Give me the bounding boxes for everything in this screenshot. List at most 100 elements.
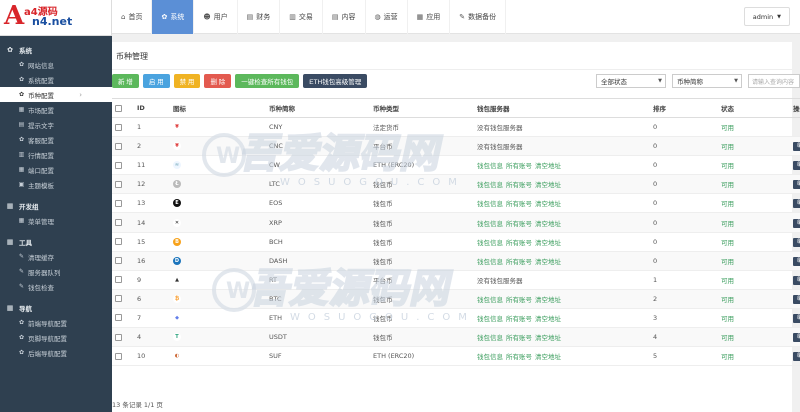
all-accounts-link[interactable]: 所有账号: [506, 239, 532, 247]
top-tab[interactable]: ✿ 系统: [152, 0, 195, 34]
row-checkbox[interactable]: [115, 219, 122, 227]
row-checkbox-cell[interactable]: [112, 327, 134, 348]
edit-button[interactable]: 编辑: [793, 294, 800, 304]
row-checkbox-cell[interactable]: [112, 251, 134, 271]
all-accounts-link[interactable]: 所有账号: [506, 258, 532, 266]
row-checkbox-cell[interactable]: [112, 155, 134, 176]
row-checkbox-cell[interactable]: [112, 346, 134, 367]
row-checkbox-cell[interactable]: [112, 136, 134, 157]
edit-button[interactable]: 编辑: [793, 275, 800, 285]
wallet-info-link[interactable]: 钱包信息: [477, 162, 503, 170]
select-all-checkbox[interactable]: [115, 104, 122, 112]
nav-group-header[interactable]: ▦ 开发组: [0, 198, 112, 213]
row-checkbox[interactable]: [115, 238, 122, 246]
wallet-info-link[interactable]: 钱包信息: [477, 181, 503, 189]
row-checkbox-cell[interactable]: [112, 270, 134, 290]
top-tab[interactable]: ▤ 内容: [323, 0, 366, 34]
edit-button[interactable]: 编辑: [793, 256, 800, 266]
disable-button[interactable]: 禁 用: [173, 74, 201, 88]
search-input[interactable]: 请输入查询内容: [748, 74, 800, 88]
top-tab[interactable]: ☻ 用户: [194, 0, 238, 34]
coin-field-select[interactable]: 币种简称 ▼: [672, 74, 742, 88]
all-accounts-link[interactable]: 所有账号: [506, 220, 532, 228]
add-button[interactable]: 新 增: [112, 74, 139, 88]
sidebar-item[interactable]: ▦ 端口配置: [0, 162, 112, 177]
edit-button[interactable]: 编辑: [793, 313, 800, 323]
sidebar-item[interactable]: ▤ 提示文字: [0, 117, 112, 132]
enable-button[interactable]: 启 用: [142, 74, 170, 88]
all-accounts-link[interactable]: 所有账号: [506, 200, 532, 208]
nav-group-header[interactable]: ▦ 导航: [0, 300, 112, 315]
row-checkbox[interactable]: [115, 142, 122, 150]
sidebar-item[interactable]: ✿ 客服配置: [0, 132, 112, 147]
edit-button[interactable]: 编辑: [793, 199, 800, 209]
nav-group-header[interactable]: ▦ 工具: [0, 234, 112, 249]
row-checkbox-cell[interactable]: [112, 193, 134, 214]
sidebar-item[interactable]: ▦ 市场配置: [0, 102, 112, 117]
status-select[interactable]: 全部状态 ▼: [596, 74, 666, 88]
edit-button[interactable]: 编辑: [793, 142, 800, 152]
row-checkbox[interactable]: [115, 257, 122, 265]
all-accounts-link[interactable]: 所有账号: [506, 353, 532, 361]
clear-address-link[interactable]: 清空地址: [535, 200, 561, 208]
top-tab[interactable]: ✎ 数据备份: [450, 0, 507, 34]
row-checkbox[interactable]: [115, 199, 122, 207]
sidebar-item[interactable]: ✎ 服务器队列: [0, 264, 112, 279]
row-checkbox[interactable]: [115, 276, 122, 284]
top-tab[interactable]: ▥ 交易: [280, 0, 323, 34]
row-checkbox[interactable]: [115, 295, 122, 303]
wallet-info-link[interactable]: 钱包信息: [477, 239, 503, 247]
sidebar-item[interactable]: ✿ 币种配置 ›: [0, 87, 112, 102]
row-checkbox[interactable]: [115, 123, 122, 131]
clear-address-link[interactable]: 清空地址: [535, 353, 561, 361]
clear-address-link[interactable]: 清空地址: [535, 315, 561, 323]
sidebar-item[interactable]: ✿ 前端导航配置: [0, 315, 112, 330]
row-checkbox[interactable]: [115, 161, 122, 169]
edit-button[interactable]: 编辑: [793, 333, 800, 343]
all-accounts-link[interactable]: 所有账号: [506, 334, 532, 342]
sidebar-item[interactable]: ✿ 系统配置: [0, 72, 112, 87]
select-all-checkbox-cell[interactable]: [112, 98, 134, 118]
sidebar-item[interactable]: ▣ 主题模板: [0, 177, 112, 192]
row-checkbox[interactable]: [115, 333, 122, 341]
row-checkbox-cell[interactable]: [112, 289, 134, 309]
sidebar-item[interactable]: ▥ 行情配置: [0, 147, 112, 162]
row-checkbox-cell[interactable]: [112, 174, 134, 195]
wallet-info-link[interactable]: 钱包信息: [477, 200, 503, 208]
clear-address-link[interactable]: 清空地址: [535, 162, 561, 170]
sidebar-item[interactable]: ✎ 清理缓存: [0, 249, 112, 264]
clear-address-link[interactable]: 清空地址: [535, 220, 561, 228]
top-tab[interactable]: ⌂ 首页: [112, 0, 153, 34]
edit-button[interactable]: 编辑: [793, 161, 800, 171]
nav-group-header[interactable]: ✿ 系统: [0, 42, 112, 57]
row-checkbox[interactable]: [115, 180, 122, 188]
check-all-wallets-button[interactable]: 一键检查所有钱包: [235, 74, 300, 88]
top-tab[interactable]: ◍ 运营: [366, 0, 408, 34]
row-checkbox-cell[interactable]: [112, 117, 134, 138]
all-accounts-link[interactable]: 所有账号: [506, 296, 532, 304]
row-checkbox[interactable]: [115, 352, 122, 360]
all-accounts-link[interactable]: 所有账号: [506, 162, 532, 170]
edit-button[interactable]: 编辑: [793, 218, 800, 228]
sidebar-item[interactable]: ✿ 网站信息: [0, 57, 112, 72]
clear-address-link[interactable]: 清空地址: [535, 296, 561, 304]
all-accounts-link[interactable]: 所有账号: [506, 315, 532, 323]
sidebar-item[interactable]: ✿ 页脚导航配置: [0, 330, 112, 345]
wallet-info-link[interactable]: 钱包信息: [477, 258, 503, 266]
clear-address-link[interactable]: 清空地址: [535, 258, 561, 266]
row-checkbox-cell[interactable]: [112, 308, 134, 329]
site-logo[interactable]: A a4源码 n4.net: [0, 0, 112, 36]
top-tab[interactable]: ▤ 财务: [238, 0, 281, 34]
clear-address-link[interactable]: 清空地址: [535, 181, 561, 189]
delete-button[interactable]: 删 除: [204, 74, 232, 88]
wallet-info-link[interactable]: 钱包信息: [477, 220, 503, 228]
wallet-info-link[interactable]: 钱包信息: [477, 334, 503, 342]
edit-button[interactable]: 编辑: [793, 237, 800, 247]
top-tab[interactable]: ▦ 应用: [408, 0, 451, 34]
clear-address-link[interactable]: 清空地址: [535, 239, 561, 247]
wallet-info-link[interactable]: 钱包信息: [477, 315, 503, 323]
row-checkbox[interactable]: [115, 314, 122, 322]
wallet-info-link[interactable]: 钱包信息: [477, 296, 503, 304]
edit-button[interactable]: 编辑: [793, 180, 800, 190]
sidebar-item[interactable]: ✎ 钱包检查: [0, 279, 112, 294]
